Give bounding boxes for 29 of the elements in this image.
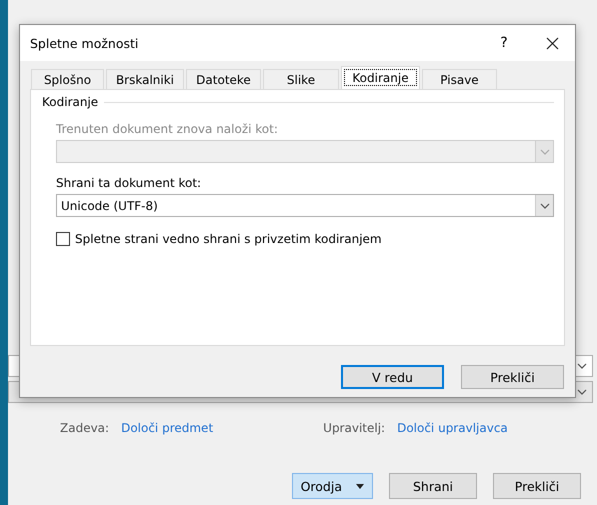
field-label: Shrani ta dokument kot: bbox=[56, 176, 202, 190]
split-button[interactable]: Orodja bbox=[292, 473, 373, 499]
tab[interactable]: Slike bbox=[263, 69, 339, 89]
tab[interactable]: Datoteke bbox=[186, 69, 261, 89]
field-label: Upravitelj: bbox=[323, 421, 386, 435]
dialog-button[interactable]: V redu bbox=[341, 365, 444, 389]
field-label: Zadeva: bbox=[60, 421, 110, 435]
field-label: Trenuten dokument znova naloži kot: bbox=[56, 122, 279, 136]
chevron-icon bbox=[540, 148, 550, 154]
chevron-icon bbox=[540, 202, 550, 208]
group-title: Kodiranje bbox=[42, 95, 98, 109]
tab[interactable]: Kodiranje bbox=[341, 66, 420, 89]
dialog-button[interactable]: Prekliči bbox=[461, 365, 564, 389]
field-link[interactable]: Določi upravljavca bbox=[397, 421, 508, 435]
action-button[interactable]: Prekliči bbox=[493, 473, 581, 499]
checkbox-label[interactable]: Spletne strani vedno shrani s privzetim kodiranjem bbox=[75, 232, 382, 246]
tab[interactable]: Brskalniki bbox=[106, 69, 184, 89]
field-link[interactable]: Določi predmet bbox=[121, 421, 214, 435]
dropdown[interactable]: Unicode (UTF-8) bbox=[56, 194, 554, 217]
caret-icon bbox=[356, 484, 364, 488]
action-button[interactable]: Shrani bbox=[389, 473, 477, 499]
close-icon[interactable] bbox=[546, 36, 558, 50]
window-title: Spletne možnosti bbox=[30, 36, 140, 50]
chevron-icon bbox=[577, 389, 587, 395]
help-button[interactable]: ? bbox=[479, 35, 529, 51]
tab[interactable]: Pisave bbox=[422, 69, 497, 89]
chevron-icon bbox=[577, 363, 587, 369]
checkbox[interactable] bbox=[56, 232, 70, 246]
tab[interactable]: Splošno bbox=[31, 69, 104, 89]
